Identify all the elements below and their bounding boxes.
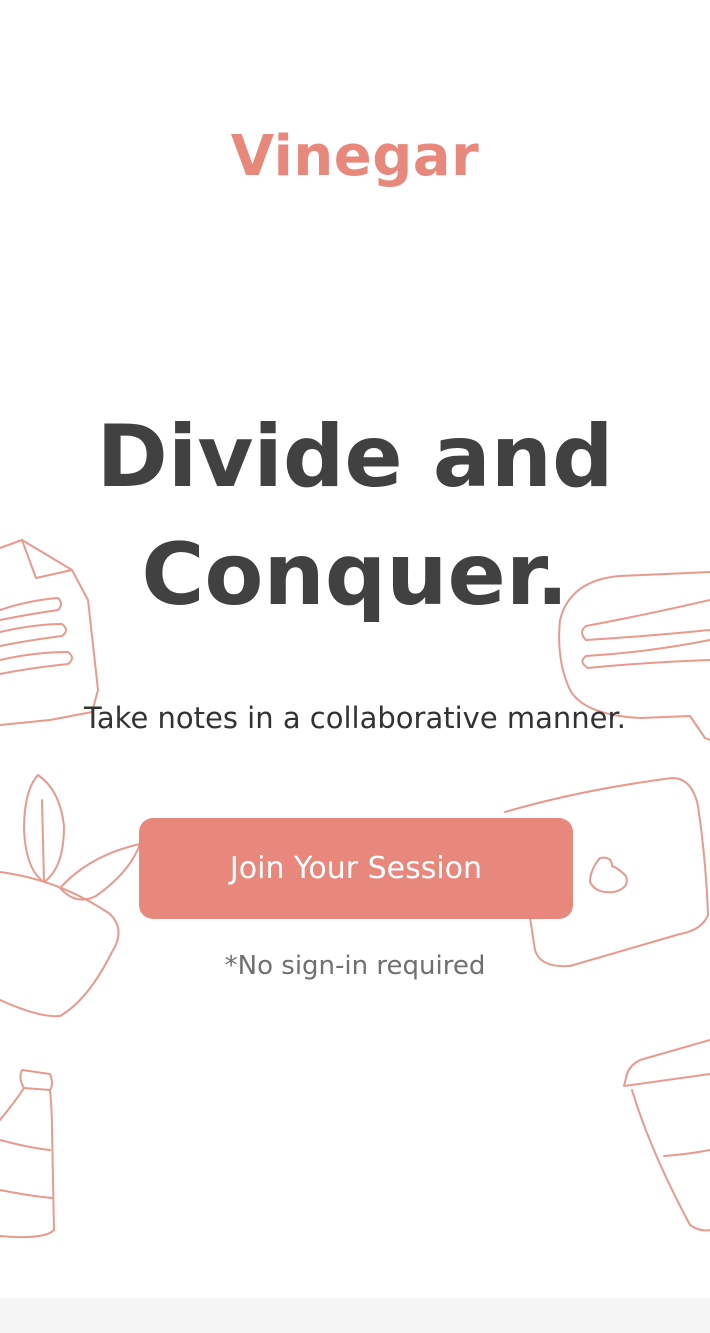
hero-subtitle: Take notes in a collaborative manner. xyxy=(84,701,626,735)
bottle-doodle xyxy=(0,1069,55,1239)
background-doodles xyxy=(0,539,710,1239)
headline-line-2: Conquer. xyxy=(141,525,569,625)
join-session-button[interactable]: Join Your Session xyxy=(139,818,573,919)
footer-strip xyxy=(0,1298,710,1333)
no-sign-in-note: *No sign-in required xyxy=(224,951,486,981)
hero-headline: Divide and Conquer. xyxy=(0,398,710,634)
cup-doodle xyxy=(623,1039,710,1232)
brand-logo[interactable]: Vinegar xyxy=(0,122,710,192)
headline-line-1: Divide and xyxy=(96,407,614,507)
landing-page: Vinegar Divide and Conquer. Take notes i… xyxy=(0,0,710,1333)
